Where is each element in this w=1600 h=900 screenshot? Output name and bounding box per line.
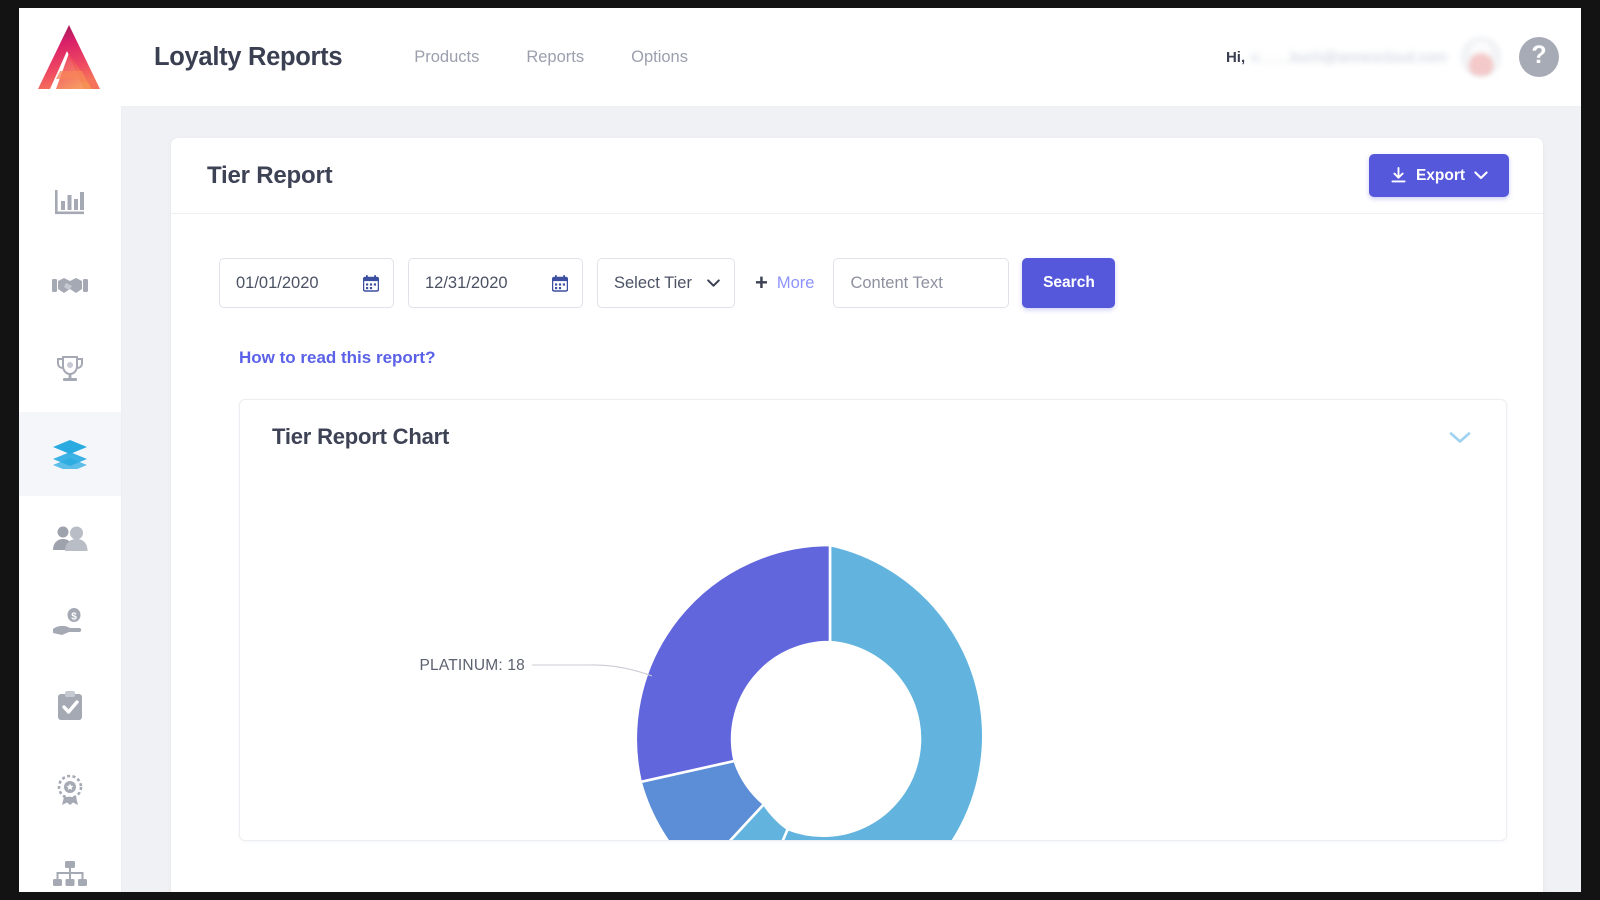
chevron-down-icon xyxy=(707,278,720,287)
nav-item-products[interactable]: Products xyxy=(414,48,479,67)
end-date-value: 12/31/2020 xyxy=(425,273,508,292)
download-icon xyxy=(1391,167,1406,183)
question-mark-icon: ? xyxy=(1531,41,1547,69)
hand-holding-dollar-icon: $ xyxy=(53,608,82,635)
bar-chart-icon xyxy=(55,190,84,215)
sidebar-item-customers[interactable] xyxy=(19,496,121,580)
plus-icon: + xyxy=(755,270,768,295)
sitemap-icon xyxy=(53,861,87,886)
page-title: Tier Report xyxy=(207,161,333,189)
sidebar-item-hierarchy[interactable] xyxy=(19,832,121,892)
trophy-icon xyxy=(57,356,83,381)
calendar-icon xyxy=(363,274,379,292)
sidebar-item-analytics[interactable] xyxy=(19,160,121,244)
svg-text:$: $ xyxy=(71,611,77,622)
how-to-read-link[interactable]: How to read this report? xyxy=(239,348,435,368)
platinum-leader-line xyxy=(532,664,653,677)
tier-select[interactable]: Select Tier xyxy=(597,258,735,308)
start-date-value: 01/01/2020 xyxy=(236,273,319,292)
export-button-label: Export xyxy=(1415,166,1466,184)
report-card: Tier Report Export 01/01/2020 12/31/2020… xyxy=(171,138,1543,892)
help-button[interactable]: ? xyxy=(1519,37,1559,77)
browser-viewport: Loyalty Reports Products Reports Options… xyxy=(19,8,1581,892)
sidebar-item-tasks[interactable] xyxy=(19,664,121,748)
end-date-input[interactable]: 12/31/2020 xyxy=(408,258,583,308)
nav-item-options[interactable]: Options xyxy=(631,48,688,67)
tier-donut-chart: PLATINUM: 18 BRONZE: 36 xyxy=(240,474,1506,840)
primary-nav: Products Reports Options xyxy=(414,48,688,67)
user-email-label: v........kuch@annexcloud.com xyxy=(1251,48,1447,66)
tier-select-value: Select Tier xyxy=(614,273,692,292)
search-button-label: Search xyxy=(1043,274,1095,291)
sidebar-item-referrals[interactable] xyxy=(19,244,121,328)
user-area: Hi, v........kuch@annexcloud.com ? xyxy=(1226,37,1581,77)
sidebar-item-tiers[interactable] xyxy=(19,412,121,496)
layers-icon xyxy=(53,440,87,469)
award-badge-icon xyxy=(57,774,83,805)
collapse-chart-button[interactable] xyxy=(1448,426,1472,448)
greeting-label: Hi, xyxy=(1225,48,1246,66)
more-filters-button[interactable]: + More xyxy=(755,272,814,294)
export-button[interactable]: Export xyxy=(1369,154,1509,197)
sidebar-item-badges[interactable] xyxy=(19,748,121,832)
top-navigation-bar: Loyalty Reports Products Reports Options… xyxy=(19,8,1581,106)
donut-slices xyxy=(634,543,985,840)
sidebar-item-rewards[interactable] xyxy=(19,328,121,412)
chevron-down-icon xyxy=(1449,432,1471,443)
donut-labels: PLATINUM: 18 BRONZE: 36 xyxy=(420,657,653,677)
chart-panel-header: Tier Report Chart xyxy=(240,400,1506,474)
left-sidebar: $ xyxy=(19,106,122,892)
screenshot-frame: Loyalty Reports Products Reports Options… xyxy=(0,0,1600,900)
report-card-header: Tier Report Export xyxy=(171,138,1543,214)
calendar-icon xyxy=(552,274,568,292)
nav-item-reports[interactable]: Reports xyxy=(526,48,584,67)
annex-cloud-a-logo-icon xyxy=(37,25,100,89)
platinum-slice-label: PLATINUM: 18 xyxy=(420,657,525,674)
clipboard-check-icon xyxy=(58,691,82,720)
content-text-input[interactable]: Content Text xyxy=(833,258,1010,308)
app-logo[interactable] xyxy=(19,8,122,106)
sidebar-item-earnings[interactable]: $ xyxy=(19,580,121,664)
more-filters-label: More xyxy=(776,273,815,292)
content-text-placeholder: Content Text xyxy=(850,273,943,292)
page-app-title: Loyalty Reports xyxy=(154,42,343,71)
chart-panel-title: Tier Report Chart xyxy=(272,424,450,449)
start-date-input[interactable]: 01/01/2020 xyxy=(219,258,394,308)
donut-chart-svg: PLATINUM: 18 BRONZE: 36 xyxy=(420,543,985,840)
avatar[interactable] xyxy=(1461,37,1501,77)
slice-platinum[interactable] xyxy=(634,543,832,784)
main-content: Tier Report Export 01/01/2020 12/31/2020… xyxy=(122,106,1581,892)
search-button[interactable]: Search xyxy=(1022,258,1116,308)
chart-panel: Tier Report Chart PLATINUM: 18 xyxy=(239,399,1507,841)
chevron-down-icon xyxy=(1474,171,1488,180)
filter-toolbar: 01/01/2020 12/31/2020 Select Tier + More… xyxy=(171,214,1543,308)
users-icon xyxy=(53,526,88,551)
handshake-icon xyxy=(52,278,88,293)
